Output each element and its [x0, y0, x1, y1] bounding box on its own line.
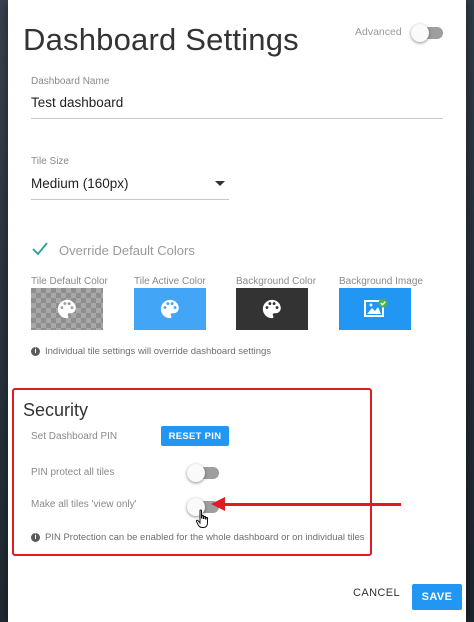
annotation-arrow-head [211, 497, 225, 511]
background-color-label: Background Color [236, 276, 317, 287]
tile-size-underline [31, 199, 229, 200]
pin-protect-label: PIN protect all tiles [31, 467, 115, 478]
security-info-row: i PIN Protection can be enabled for the … [31, 532, 365, 543]
advanced-label: Advanced [355, 26, 402, 38]
dashboard-name-underline [31, 118, 443, 119]
view-only-label: Make all tiles 'view only' [31, 499, 137, 510]
tile-default-color-label: Tile Default Color [31, 276, 108, 287]
page-title: Dashboard Settings [23, 22, 299, 57]
color-info-row: i Individual tile settings will override… [31, 346, 271, 357]
dashboard-name-label: Dashboard Name [31, 76, 110, 87]
save-button[interactable]: SAVE [412, 584, 462, 610]
dashboard-name-input[interactable]: Test dashboard [31, 95, 123, 110]
advanced-toggle[interactable] [411, 24, 443, 42]
dropdown-caret-icon[interactable] [215, 181, 225, 186]
cancel-button[interactable]: CANCEL [353, 587, 400, 599]
check-icon[interactable] [31, 240, 49, 258]
info-icon: i [31, 533, 40, 542]
hand-cursor-icon [195, 509, 208, 528]
palette-icon [160, 299, 179, 319]
tile-active-color-swatch[interactable] [134, 288, 206, 330]
background-color-swatch[interactable] [236, 288, 308, 330]
security-info-text: PIN Protection can be enabled for the wh… [45, 532, 365, 543]
annotation-arrow-line [223, 503, 401, 506]
tile-default-color-swatch[interactable] [31, 288, 103, 330]
palette-icon [57, 299, 76, 319]
set-pin-label: Set Dashboard PIN [31, 431, 118, 442]
info-icon: i [31, 347, 40, 356]
dashboard-settings-dialog: Dashboard Settings Advanced Dashboard Na… [8, 0, 466, 622]
tile-size-label: Tile Size [31, 156, 69, 167]
color-info-text: Individual tile settings will override d… [45, 346, 272, 357]
toggle-thumb [187, 464, 205, 482]
override-colors-label: Override Default Colors [59, 243, 195, 258]
pin-protect-toggle[interactable] [187, 464, 219, 482]
toggle-thumb [411, 24, 429, 42]
tile-size-select[interactable]: Medium (160px) [31, 176, 129, 191]
reset-pin-button[interactable]: RESET PIN [161, 426, 229, 446]
palette-icon [262, 299, 281, 319]
security-title: Security [23, 400, 89, 420]
tile-active-color-label: Tile Active Color [134, 276, 206, 287]
image-icon [364, 298, 388, 317]
background-image-label: Background Image [339, 276, 423, 287]
background-image-swatch[interactable] [339, 288, 411, 330]
